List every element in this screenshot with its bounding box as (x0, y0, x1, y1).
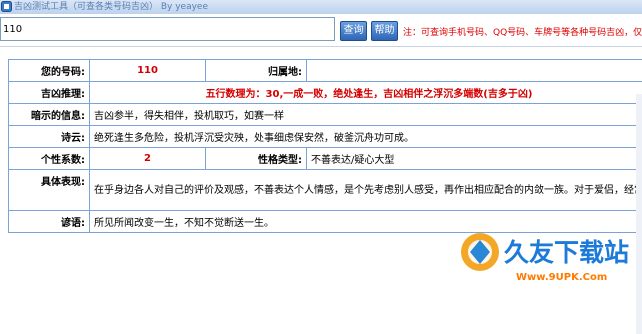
table-row: 暗示的信息: 吉凶参半，得失相伴，投机取巧，如赛一样 (9, 104, 642, 126)
number-input[interactable] (0, 17, 335, 41)
table-row: 个性系数: 2 性格类型: 不善表达/疑心大型 (9, 148, 642, 170)
value-coefficient: 2 (90, 148, 206, 170)
table-row: 您的号码: 110 归属地: (9, 60, 642, 82)
label-personality: 性格类型: (206, 148, 307, 170)
label-hint-info: 暗示的信息: (9, 104, 90, 126)
value-number: 110 (90, 60, 206, 82)
watermark-text: 久友下载站 (504, 238, 629, 267)
vertical-scrollbar[interactable] (636, 94, 642, 334)
result-table: 您的号码: 110 归属地: 吉凶推理: 五行数理为：30,一成一败，绝处逢生，… (8, 59, 642, 233)
label-poem: 诗云: (9, 126, 90, 148)
title-bar: 吉凶测试工具（可查各类号码吉凶） By yeayee (0, 0, 642, 14)
app-icon (1, 1, 12, 12)
value-inference: 五行数理为：30,一成一败，绝处逢生，吉凶相伴之浮沉多端数(吉多于凶) (90, 82, 642, 104)
label-proverb: 谚语: (9, 211, 90, 233)
label-performance: 具体表现: (9, 170, 90, 211)
query-button[interactable]: 查询 (340, 21, 367, 41)
label-number: 您的号码: (9, 60, 90, 82)
watermark-url: Www.9UPK.Com (516, 272, 607, 283)
value-hint-info: 吉凶参半，得失相伴，投机取巧，如赛一样 (90, 104, 642, 126)
table-row: 诗云: 绝死逢生多危险，投机浮沉受灾殃，处事细虑保安然，破釜沉舟功可成。 (9, 126, 642, 148)
value-performance: 在乎身边各人对自己的评价及观感，不善表达个人情感，是个先考虑别人感受，再作出相应… (90, 170, 642, 211)
hint-text: 注：可查询手机号码、QQ号码、车牌号等各种号码吉凶，仅供参考 (403, 25, 642, 38)
window-title: 吉凶测试工具（可查各类号码吉凶） By yeayee (14, 1, 208, 13)
watermark-logo: 久友下载站 Www.9UPK.Com (456, 226, 642, 287)
label-location: 归属地: (206, 60, 307, 82)
table-row: 具体表现: 在乎身边各人对自己的评价及观感，不善表达个人情感，是个先考虑别人感受… (9, 170, 642, 211)
value-personality: 不善表达/疑心大型 (307, 148, 642, 170)
help-button[interactable]: 帮助 (371, 21, 398, 41)
value-location (307, 60, 642, 82)
label-inference: 吉凶推理: (9, 82, 90, 104)
label-coefficient: 个性系数: (9, 148, 90, 170)
table-row: 吉凶推理: 五行数理为：30,一成一败，绝处逢生，吉凶相伴之浮沉多端数(吉多于凶… (9, 82, 642, 104)
value-poem: 绝死逢生多危险，投机浮沉受灾殃，处事细虑保安然，破釜沉舟功可成。 (90, 126, 642, 148)
